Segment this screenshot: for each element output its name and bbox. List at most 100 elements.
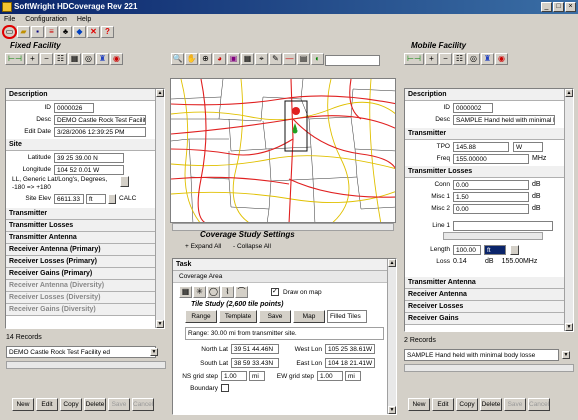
properties-icon[interactable]: ≡ xyxy=(45,26,58,38)
calc-button[interactable]: CALC xyxy=(119,195,136,202)
menu-file[interactable]: File xyxy=(4,16,15,23)
length-field[interactable]: 100.00 xyxy=(453,244,481,255)
find-icon[interactable]: ◎ xyxy=(467,53,480,65)
open-folder-icon[interactable]: ▰ xyxy=(17,26,30,38)
mobile-facility-select[interactable]: SAMPLE Hand held with minimal body losse xyxy=(404,349,559,361)
draw-on-map-checkbox[interactable]: ✓ xyxy=(271,288,279,296)
list-icon[interactable]: ☷ xyxy=(453,53,466,65)
length-unit-select[interactable]: ft xyxy=(484,244,506,255)
range-icon[interactable]: ⊢⊣ xyxy=(404,53,424,65)
area-circle-icon[interactable]: ◯ xyxy=(207,286,220,298)
cancel-button[interactable]: Cancel xyxy=(132,398,154,411)
edit-button[interactable]: Edit xyxy=(432,398,454,411)
delete-x-icon[interactable]: ✕ xyxy=(87,26,100,38)
site-elev-field[interactable]: 6611.33 xyxy=(54,193,84,204)
range-icon[interactable]: ⊢⊣ xyxy=(5,53,25,65)
ns-unit-select[interactable]: mi xyxy=(249,371,265,381)
scroll-down-icon[interactable]: ▼ xyxy=(565,323,573,331)
task-header[interactable]: Task xyxy=(173,259,396,271)
mobile-scrollbar[interactable]: ▲ ▼ xyxy=(564,89,573,331)
longitude-field[interactable]: 104 52 0.01 W xyxy=(54,164,124,175)
maximize-button[interactable]: □ xyxy=(553,2,564,12)
table-icon[interactable]: ▦ xyxy=(68,53,81,65)
coverage-map[interactable] xyxy=(170,78,396,223)
section-transmitter-antenna[interactable]: Transmitter Antenna xyxy=(6,232,164,244)
line-icon[interactable]: ― xyxy=(283,53,296,65)
fixed-hscrollbar[interactable] xyxy=(6,361,166,369)
elev-refresh-button[interactable] xyxy=(108,193,116,204)
fixed-facility-select[interactable]: DEMO Castle Rock Test Facility ed xyxy=(6,346,156,358)
new-button[interactable]: New xyxy=(12,398,34,411)
mobile-hscrollbar[interactable] xyxy=(404,364,574,372)
settings-icon[interactable]: ◉ xyxy=(495,53,508,65)
network-icon[interactable]: ♣ xyxy=(59,26,72,38)
section-receiver-gains-primary[interactable]: Receiver Gains (Primary) xyxy=(6,268,164,280)
area-route-icon[interactable]: ⌇ xyxy=(221,286,234,298)
grid-icon[interactable]: ▦ xyxy=(241,53,254,65)
tools-icon[interactable]: ◆ xyxy=(73,26,86,38)
copy-button[interactable]: Copy xyxy=(60,398,82,411)
misc2-field[interactable]: 0.00 xyxy=(453,203,529,214)
dropdown-arrow-icon[interactable]: ▼ xyxy=(150,348,158,356)
collapse-all-link[interactable]: - Collapse All xyxy=(233,243,271,250)
tab-save[interactable]: Save xyxy=(259,310,291,323)
minimize-button[interactable]: _ xyxy=(541,2,552,12)
menu-help[interactable]: Help xyxy=(77,16,91,23)
delete-button[interactable]: Delete xyxy=(84,398,106,411)
description-header[interactable]: Description xyxy=(405,89,573,101)
desc-field[interactable]: DEMO Castle Rock Test Facilit xyxy=(54,114,146,125)
antenna-icon[interactable]: ♜ xyxy=(481,53,494,65)
help-icon[interactable]: ? xyxy=(101,26,114,38)
misc1-field[interactable]: 1.50 xyxy=(453,191,529,202)
study-scrollbar[interactable]: ▲ ▼ xyxy=(387,259,396,414)
section-receiver-antenna-diversity[interactable]: Receiver Antenna (Diversity) xyxy=(6,280,164,292)
list-icon[interactable]: ☷ xyxy=(54,53,67,65)
remove-icon[interactable]: − xyxy=(40,53,53,65)
section-receiver-antenna[interactable]: Receiver Antenna xyxy=(405,289,573,301)
dropdown-arrow-icon[interactable]: ▼ xyxy=(562,351,570,359)
fixed-scrollbar[interactable]: ▲ ▼ xyxy=(155,89,164,328)
pencil-icon[interactable]: ✎ xyxy=(269,53,282,65)
antenna-icon[interactable]: ♜ xyxy=(96,53,109,65)
section-transmitter[interactable]: Transmitter xyxy=(6,208,164,220)
find-icon[interactable]: ◎ xyxy=(82,53,95,65)
section-transmitter-antenna[interactable]: Transmitter Antenna xyxy=(405,277,573,289)
pan-hand-icon[interactable]: ✋ xyxy=(185,53,198,65)
id-field[interactable]: 0000026 xyxy=(54,102,94,113)
transmitter-losses-header[interactable]: Transmitter Losses xyxy=(405,166,573,178)
edit-button[interactable]: Edit xyxy=(36,398,58,411)
section-receiver-losses-primary[interactable]: Receiver Losses (Primary) xyxy=(6,256,164,268)
area-grid-icon[interactable]: ▦ xyxy=(179,286,192,298)
tab-range[interactable]: Range xyxy=(185,310,217,323)
tpo-unit-select[interactable]: W xyxy=(513,141,543,152)
tpo-field[interactable]: 145.88 xyxy=(453,141,509,152)
line1-field[interactable] xyxy=(453,220,553,231)
transmitter-header[interactable]: Transmitter xyxy=(405,128,573,140)
section-receiver-gains-diversity[interactable]: Receiver Gains (Diversity) xyxy=(6,304,164,316)
save-button[interactable]: Save xyxy=(504,398,526,411)
scroll-up-icon[interactable]: ▲ xyxy=(388,259,396,267)
palette-icon[interactable]: ◐ xyxy=(311,53,324,65)
scroll-up-icon[interactable]: ▲ xyxy=(565,89,573,97)
freq-field[interactable]: 155.00000 xyxy=(453,153,529,164)
section-receiver-losses-diversity[interactable]: Receiver Losses (Diversity) xyxy=(6,292,164,304)
coordinate-system-button[interactable] xyxy=(120,176,129,187)
save-disk-icon[interactable]: ▪ xyxy=(31,26,44,38)
remove-icon[interactable]: − xyxy=(439,53,452,65)
scroll-down-icon[interactable]: ▼ xyxy=(156,320,164,328)
save-button[interactable]: Save xyxy=(108,398,130,411)
north-lat-field[interactable]: 39 51 44.46N xyxy=(231,344,279,354)
area-radial-icon[interactable]: ✳ xyxy=(193,286,206,298)
latitude-field[interactable]: 39 25 39.00 N xyxy=(54,152,124,163)
cancel-button[interactable]: Cancel xyxy=(528,398,550,411)
scroll-up-icon[interactable]: ▲ xyxy=(156,89,164,97)
section-transmitter-losses[interactable]: Transmitter Losses xyxy=(6,220,164,232)
length-refresh-button[interactable] xyxy=(510,244,519,255)
coverage-area-header[interactable]: Coverage Area xyxy=(173,271,396,283)
tab-map[interactable]: Map xyxy=(293,310,325,323)
ew-unit-select[interactable]: mi xyxy=(345,371,361,381)
settings-icon[interactable]: ◉ xyxy=(110,53,123,65)
line1-scrollbar[interactable] xyxy=(443,232,543,240)
section-receiver-antenna-primary[interactable]: Receiver Antenna (Primary) xyxy=(6,244,164,256)
add-icon[interactable]: + xyxy=(26,53,39,65)
